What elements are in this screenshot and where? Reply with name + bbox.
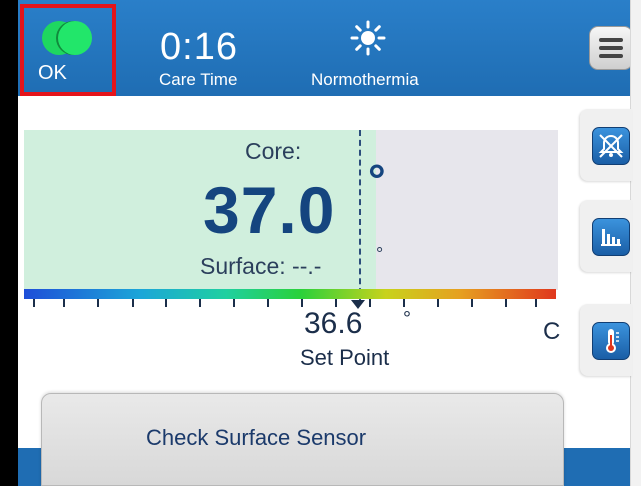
trend-card bbox=[580, 200, 632, 272]
core-temperature-value: 37.0 bbox=[203, 173, 336, 247]
therapy-mode-label: Normothermia bbox=[311, 70, 419, 89]
core-degree-symbol: ° bbox=[368, 156, 386, 205]
care-time-value: 0:16 bbox=[160, 26, 238, 68]
status-dot-icon bbox=[58, 21, 92, 55]
device-bezel bbox=[0, 0, 18, 486]
menu-button[interactable] bbox=[589, 26, 633, 70]
setpoint-label: Set Point bbox=[300, 345, 390, 370]
temperature-scale-ticks bbox=[24, 299, 556, 313]
surface-temperature-label: Surface: --.- bbox=[200, 253, 322, 279]
hamburger-menu-icon bbox=[599, 46, 623, 50]
alarm-silence-card bbox=[580, 109, 632, 181]
thermometer-card bbox=[580, 304, 632, 376]
bar-chart-icon bbox=[601, 229, 621, 246]
temperature-settings-button[interactable] bbox=[592, 322, 630, 360]
alarm-silence-button[interactable] bbox=[592, 127, 630, 165]
temperature-unit: C bbox=[543, 318, 561, 345]
setpoint-value[interactable]: 36.6 bbox=[304, 307, 362, 341]
temperature-scale-bar bbox=[24, 289, 556, 299]
notification-text: Check Surface Sensor bbox=[146, 425, 367, 450]
surface-degree-symbol: ° bbox=[376, 244, 384, 264]
thermometer-icon bbox=[606, 329, 619, 353]
core-label: Core: bbox=[245, 138, 302, 164]
care-time-label: Care Time bbox=[159, 70, 238, 89]
status-label: OK bbox=[38, 62, 67, 84]
setpoint-degree-symbol: ° bbox=[403, 308, 411, 330]
setpoint-dashed-line bbox=[359, 130, 361, 304]
sun-icon bbox=[350, 20, 386, 56]
hamburger-menu-icon bbox=[599, 54, 623, 58]
trend-graph-button[interactable] bbox=[592, 218, 630, 256]
alarm-silenced-icon bbox=[598, 134, 624, 158]
hamburger-menu-icon bbox=[599, 38, 623, 42]
